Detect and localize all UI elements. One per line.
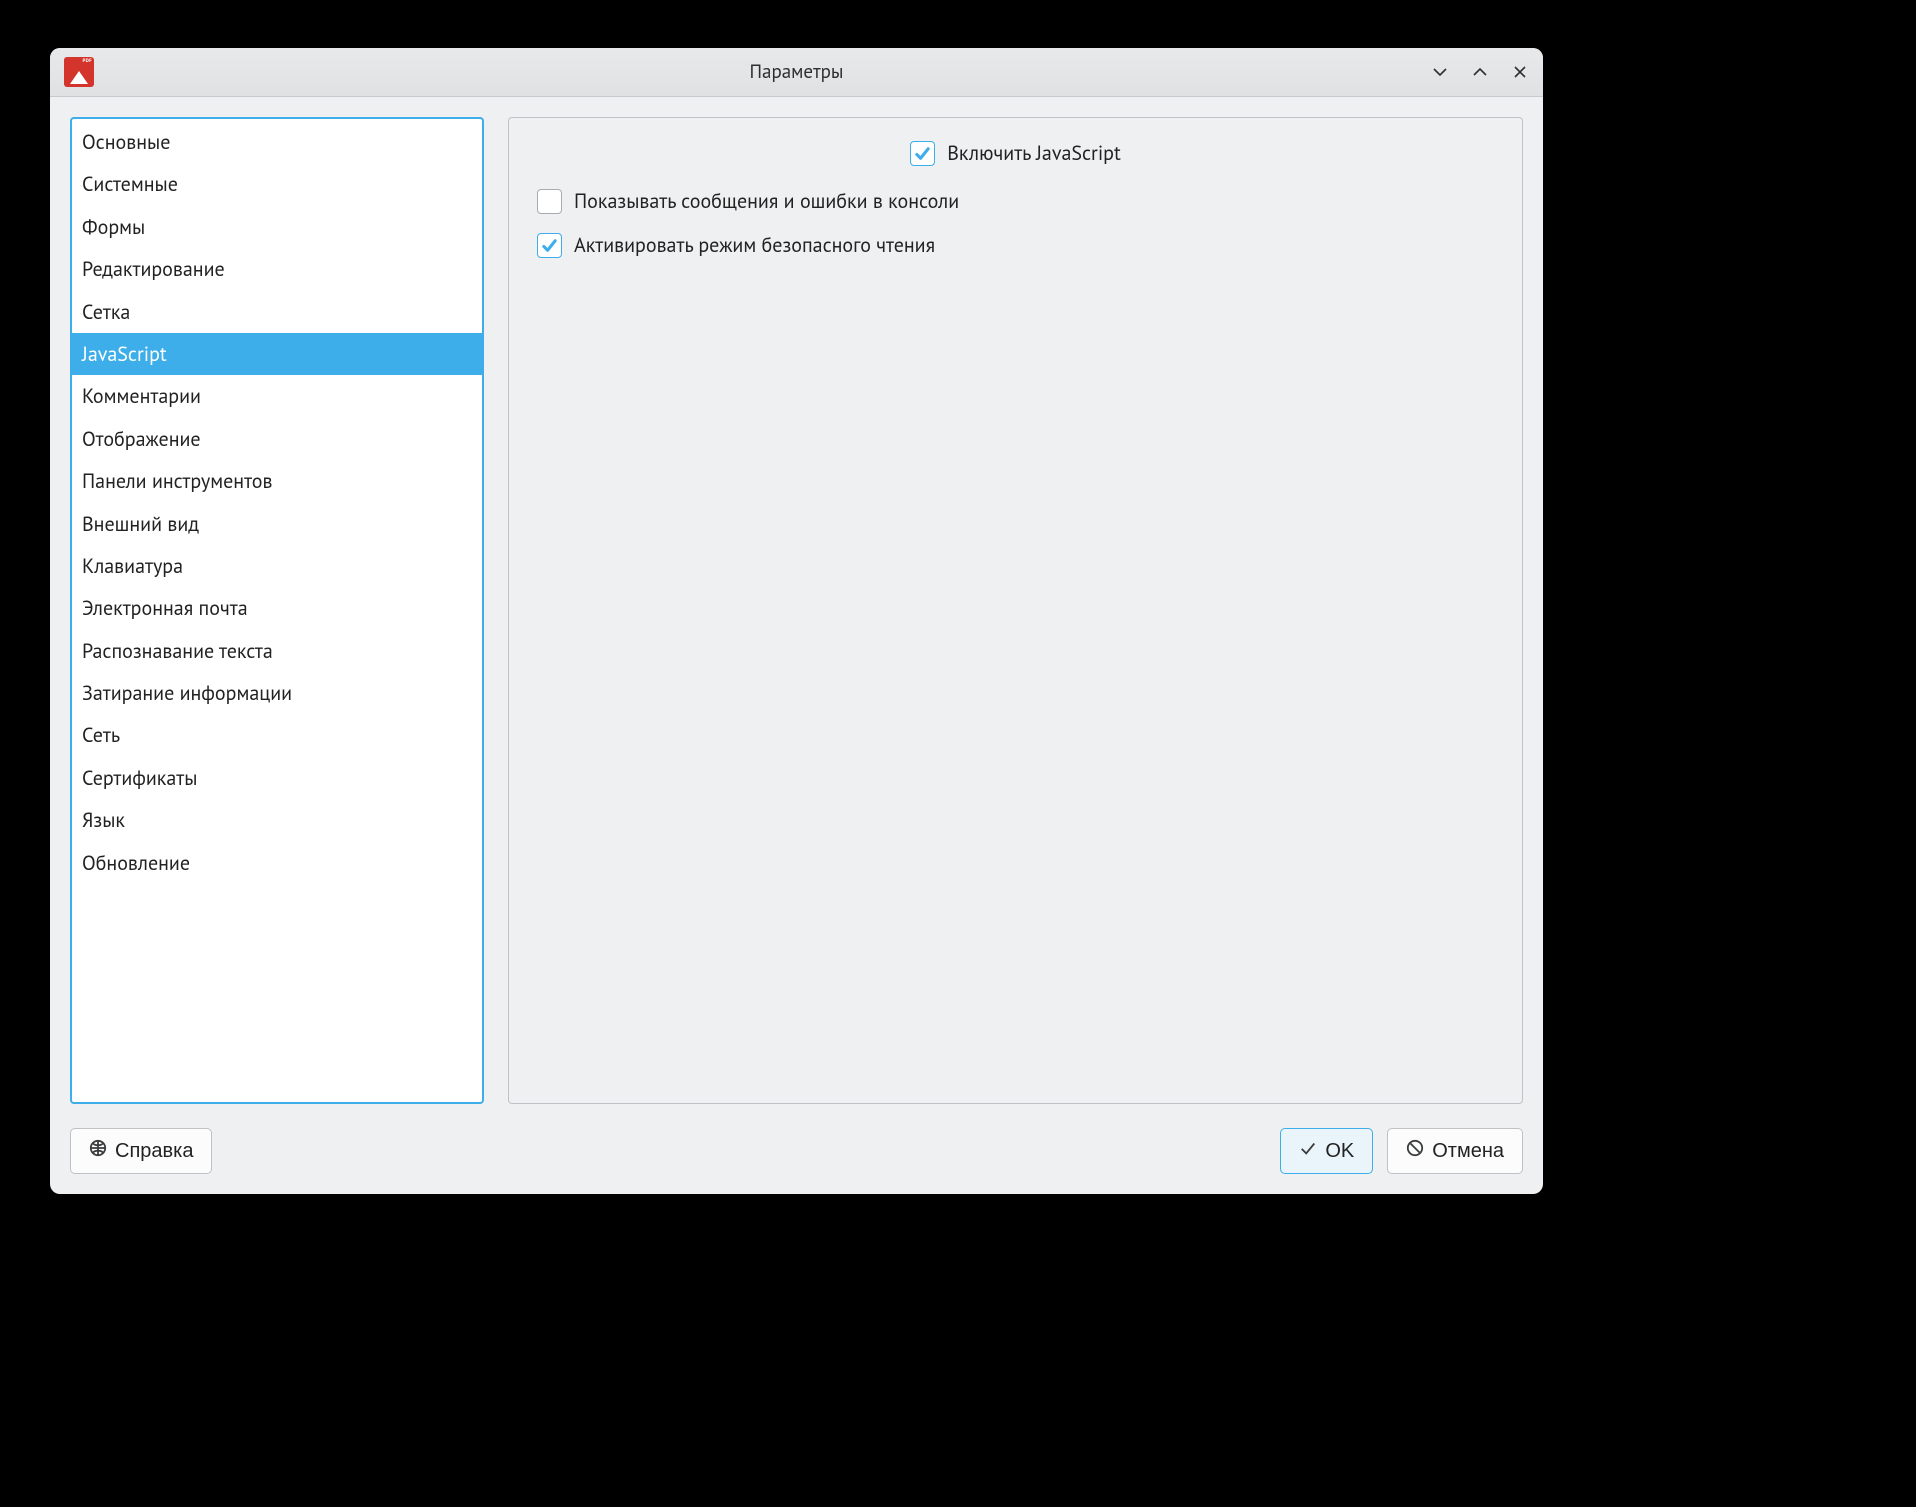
sidebar-item-label: Клавиатура: [82, 553, 183, 579]
option-label: Включить JavaScript: [947, 140, 1121, 166]
dialog-footer: Справка OK Отмена: [50, 1114, 1543, 1194]
help-button-label: Справка: [115, 1140, 193, 1163]
option-row: Показывать сообщения и ошибки в консоли: [537, 188, 1494, 214]
sidebar-item-label: Отображение: [82, 426, 201, 452]
window-title: Параметры: [750, 60, 844, 84]
checkbox[interactable]: [537, 189, 562, 214]
option-label: Показывать сообщения и ошибки в консоли: [574, 188, 959, 214]
app-icon: [64, 57, 94, 87]
sidebar-item-label: Язык: [82, 807, 125, 833]
sidebar-item-label: Редактирование: [82, 256, 225, 282]
dialog-body: Основные Системные Формы Редактирование Сетк…: [50, 97, 1543, 1114]
sidebar-item-label: Формы: [82, 214, 145, 240]
checkbox[interactable]: [910, 141, 935, 166]
sidebar-item[interactable]: Сеть: [72, 714, 482, 756]
option-row: Активировать режим безопасного чтения: [537, 232, 1494, 258]
sidebar-item[interactable]: Сетка: [72, 291, 482, 333]
sidebar-item-label: Сетка: [82, 299, 130, 325]
option-label: Активировать режим безопасного чтения: [574, 232, 935, 258]
sidebar-item[interactable]: Клавиатура: [72, 545, 482, 587]
sidebar-item[interactable]: Затирание информации: [72, 672, 482, 714]
sidebar-item-label: Основные: [82, 129, 170, 155]
preferences-window: Параметры Основные Системные Формы Редактир…: [50, 48, 1543, 1194]
sidebar-item[interactable]: Язык: [72, 799, 482, 841]
sidebar-item[interactable]: Комментарии: [72, 375, 482, 417]
sidebar-item-label: Сертификаты: [82, 765, 197, 791]
checkbox[interactable]: [537, 233, 562, 258]
sidebar-item[interactable]: Электронная почта: [72, 587, 482, 629]
sidebar-item[interactable]: Распознавание текста: [72, 630, 482, 672]
help-button[interactable]: Справка: [70, 1128, 212, 1174]
sidebar-item[interactable]: Внешний вид: [72, 503, 482, 545]
sidebar-item-label: Затирание информации: [82, 680, 292, 706]
sidebar-item[interactable]: Сертификаты: [72, 757, 482, 799]
sidebar-item-label: Распознавание текста: [82, 638, 273, 664]
sidebar-item[interactable]: Отображение: [72, 418, 482, 460]
content-panel: Включить JavaScript Показывать сообщения …: [508, 117, 1523, 1104]
category-sidebar[interactable]: Основные Системные Формы Редактирование Сетк…: [70, 117, 484, 1104]
cancel-button-label: Отмена: [1432, 1140, 1504, 1163]
sidebar-item-label: Сеть: [82, 722, 120, 748]
sidebar-item[interactable]: Обновление: [72, 842, 482, 884]
sidebar-item-label: Обновление: [82, 850, 190, 876]
cancel-icon: [1406, 1139, 1424, 1163]
sidebar-item-label: Электронная почта: [82, 595, 248, 621]
sidebar-item-label: Системные: [82, 171, 178, 197]
sidebar-item[interactable]: Системные: [72, 163, 482, 205]
sidebar-item-label: Панели инструментов: [82, 468, 272, 494]
sidebar-item[interactable]: Формы: [72, 206, 482, 248]
sidebar-item[interactable]: Редактирование: [72, 248, 482, 290]
close-icon[interactable]: [1511, 63, 1529, 81]
window-controls: [1431, 63, 1529, 81]
help-icon: [89, 1139, 107, 1163]
sidebar-item[interactable]: JavaScript: [72, 333, 482, 375]
sidebar-item[interactable]: Панели инструментов: [72, 460, 482, 502]
sidebar-item-label: JavaScript: [82, 341, 167, 367]
titlebar: Параметры: [50, 48, 1543, 97]
cancel-button[interactable]: Отмена: [1387, 1128, 1523, 1174]
ok-button[interactable]: OK: [1280, 1128, 1373, 1174]
minimize-icon[interactable]: [1431, 63, 1449, 81]
check-icon: [1299, 1139, 1317, 1163]
ok-button-label: OK: [1325, 1140, 1354, 1163]
sidebar-item[interactable]: Основные: [72, 121, 482, 163]
sidebar-item-label: Комментарии: [82, 383, 201, 409]
option-row: Включить JavaScript: [537, 140, 1494, 166]
maximize-icon[interactable]: [1471, 63, 1489, 81]
sidebar-item-label: Внешний вид: [82, 511, 199, 537]
